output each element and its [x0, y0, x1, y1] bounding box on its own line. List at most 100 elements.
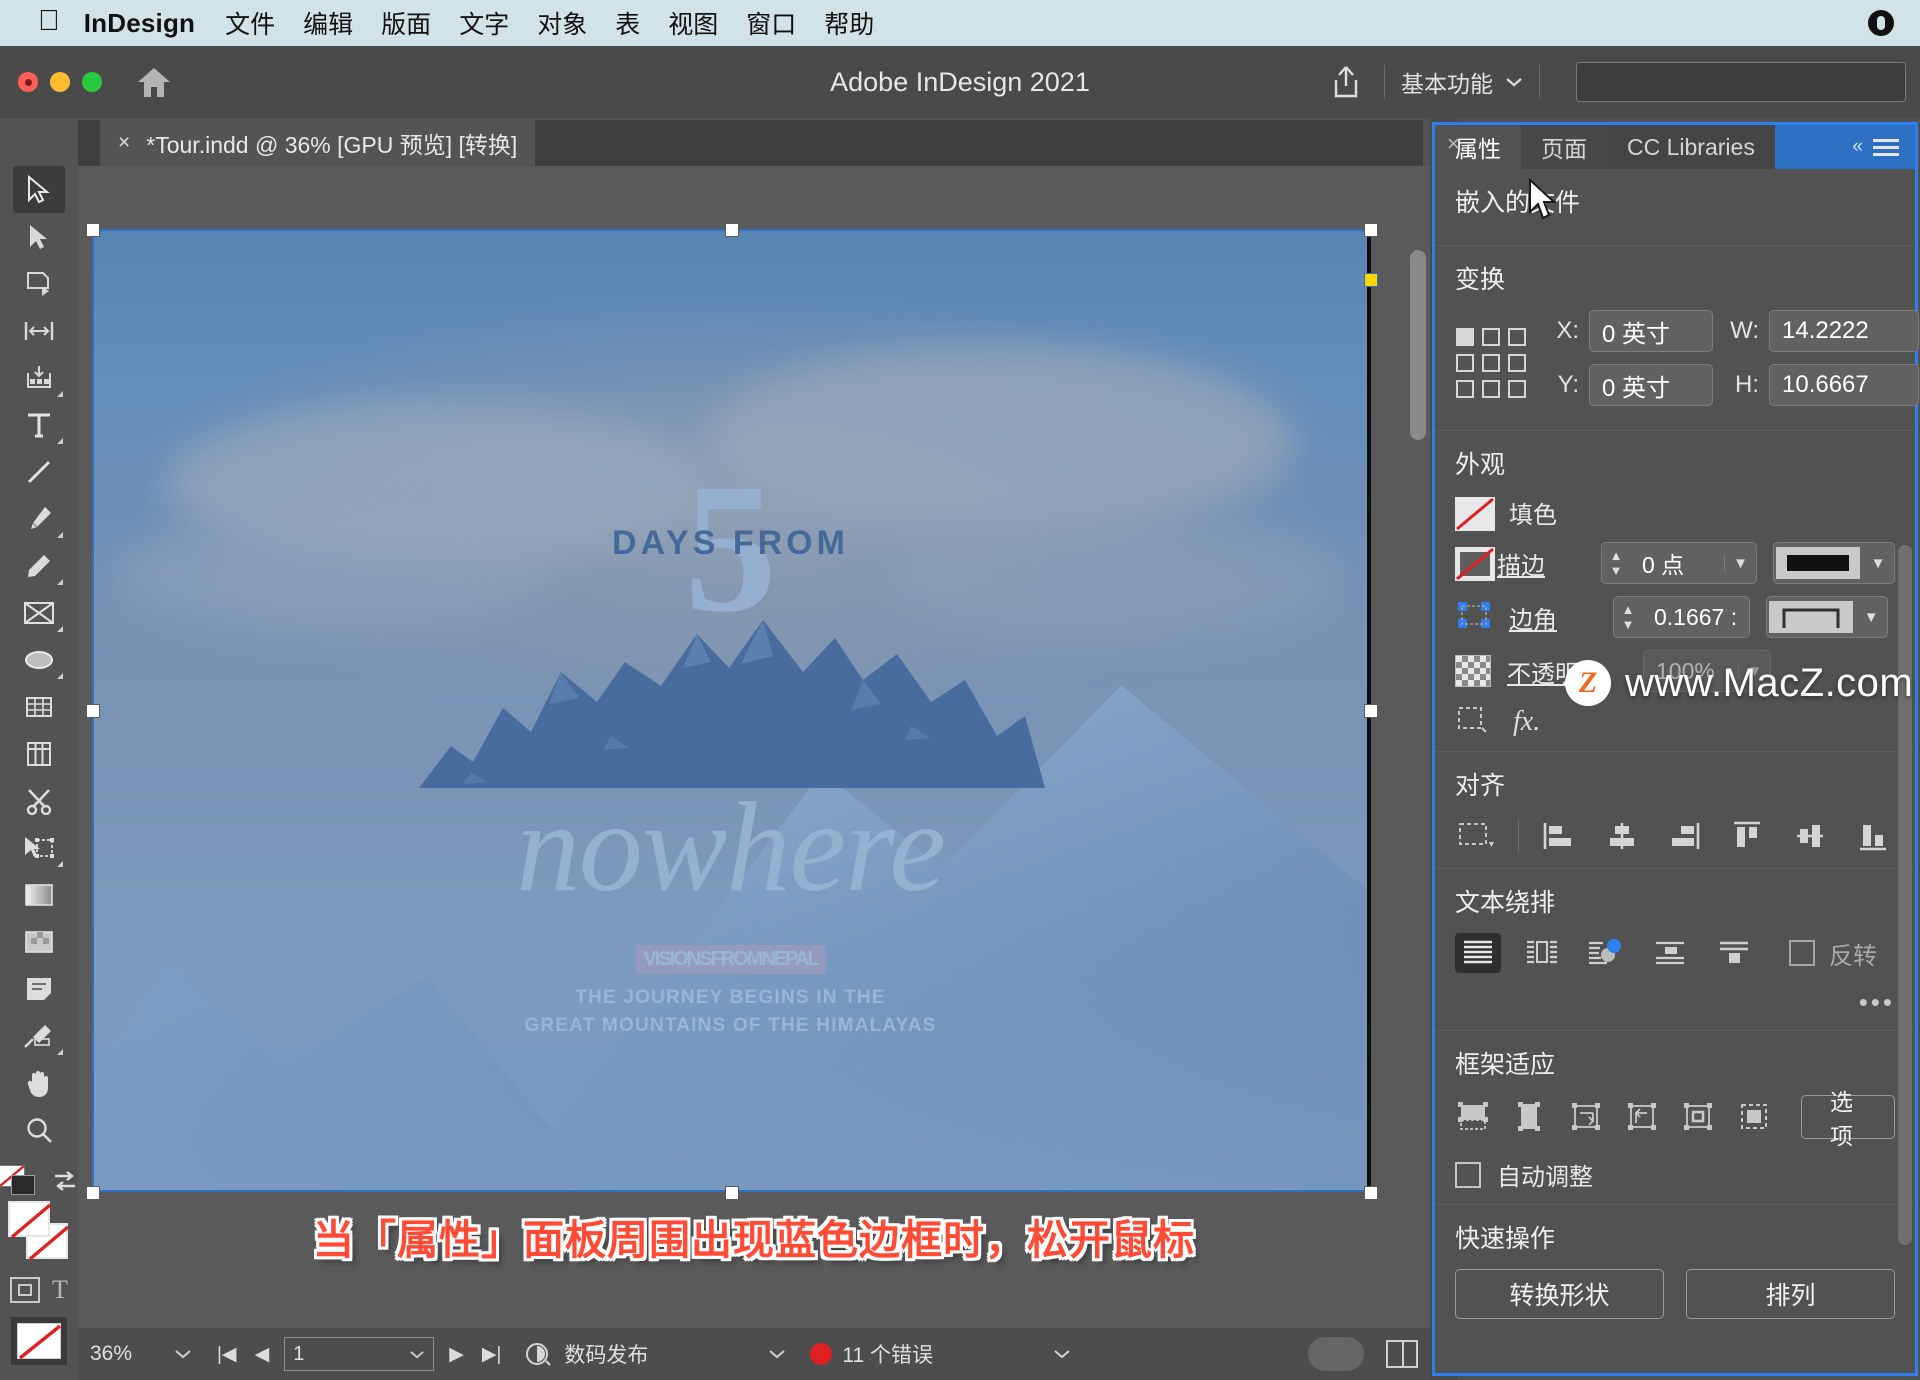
corner-label[interactable]: 边角 — [1509, 600, 1597, 635]
chevron-down-icon[interactable] — [174, 1348, 192, 1360]
convert-shape-button[interactable]: 转换形状 — [1455, 1269, 1664, 1319]
page-number-input[interactable]: 1 — [284, 1337, 435, 1371]
align-to-selection-icon[interactable] — [1455, 816, 1500, 856]
column-tool[interactable] — [13, 730, 65, 777]
gradient-swatch-tool[interactable] — [13, 871, 65, 918]
minimize-window-button[interactable] — [50, 72, 70, 92]
chevron-down-icon[interactable]: ▼ — [1862, 555, 1894, 572]
wrap-jump-object-icon[interactable] — [1647, 933, 1693, 973]
preflight-profile-label[interactable]: 数码发布 — [564, 1339, 648, 1369]
transparency-checker-icon[interactable] — [1455, 655, 1491, 687]
fill-frame-proportionally-icon[interactable] — [1511, 1097, 1549, 1137]
none-swatch-icon[interactable] — [1455, 496, 1495, 531]
y-field[interactable]: 0 英寸 — [1589, 364, 1713, 406]
document-page[interactable]: 5 DAYS FROM nowhere VISIONSFROMNEPAL THE… — [92, 229, 1369, 1192]
fill-stroke-swatches[interactable] — [8, 1201, 70, 1263]
corner-options-icon[interactable] — [1455, 599, 1493, 636]
align-vertical-center-icon[interactable] — [1788, 816, 1833, 856]
auto-fit-icon[interactable] — [1735, 1097, 1773, 1137]
chevron-down-icon[interactable]: ▼ — [1724, 554, 1756, 572]
align-top-icon[interactable] — [1725, 816, 1770, 856]
menu-item-layout[interactable]: 版面 — [381, 5, 431, 41]
menu-item-table[interactable]: 表 — [615, 5, 640, 41]
workspace-switcher[interactable]: 基本功能 — [1401, 65, 1523, 99]
chevron-down-icon[interactable] — [768, 1348, 786, 1360]
first-page-icon[interactable]: |◀ — [217, 1343, 237, 1366]
chevron-down-icon[interactable] — [1053, 1348, 1071, 1360]
home-icon[interactable] — [134, 62, 174, 102]
text-wrap-more-options-icon[interactable]: ••• — [1455, 987, 1895, 1018]
tab-cc-libraries[interactable]: CC Libraries — [1607, 125, 1775, 169]
swap-fill-stroke-icon[interactable] — [51, 1168, 79, 1194]
search-input[interactable] — [1576, 62, 1906, 102]
chevron-down-icon[interactable] — [409, 1349, 425, 1360]
document-tab[interactable]: × *Tour.indd @ 36% [GPU 预览] [转换] — [100, 120, 536, 166]
siri-icon[interactable] — [1868, 10, 1894, 36]
stepper-arrows-icon[interactable]: ▲ ▼ — [1614, 602, 1642, 632]
wrap-bounding-box-icon[interactable] — [1519, 933, 1565, 973]
app-name-menu[interactable]: InDesign — [84, 8, 195, 39]
transform-tool[interactable] — [13, 824, 65, 871]
w-field[interactable]: 14.2222 — [1769, 310, 1919, 352]
h-field[interactable]: 10.6667 — [1769, 364, 1919, 406]
close-window-button[interactable] — [18, 72, 38, 92]
last-page-icon[interactable]: ▶| — [482, 1343, 502, 1366]
effects-icon[interactable] — [1455, 704, 1487, 739]
align-right-icon[interactable] — [1662, 816, 1707, 856]
close-icon[interactable]: × — [1447, 131, 1460, 157]
stroke-label[interactable]: 描边 — [1497, 546, 1585, 581]
fit-frame-to-content-icon[interactable] — [1623, 1097, 1661, 1137]
properties-panel[interactable]: × 属性 页面 CC Libraries « 嵌入的文件 变换 X: 0 英寸 … — [1432, 122, 1919, 1376]
rectangle-frame-tool[interactable] — [13, 589, 65, 636]
preflight-icon[interactable] — [524, 1341, 552, 1367]
note-tool[interactable] — [13, 965, 65, 1012]
error-count-label[interactable]: 11 个错误 — [842, 1339, 933, 1369]
stepper-arrows-icon[interactable]: ▲ ▼ — [1602, 548, 1630, 578]
direct-selection-tool[interactable] — [13, 213, 65, 260]
none-swatch-icon[interactable] — [1455, 547, 1495, 581]
invert-wrap-control[interactable]: 反转 — [1789, 936, 1877, 971]
chevron-down-icon[interactable]: ▼ — [1855, 609, 1887, 626]
page-layout-icon[interactable] — [1386, 1340, 1418, 1368]
line-tool[interactable] — [13, 448, 65, 495]
corner-size-stepper[interactable]: ▲ ▼ 0.1667 : — [1613, 596, 1751, 638]
format-container-icon[interactable] — [10, 1277, 41, 1303]
next-page-icon[interactable]: ▶ — [449, 1343, 464, 1366]
align-left-icon[interactable] — [1537, 816, 1582, 856]
maximize-window-button[interactable] — [82, 72, 102, 92]
ellipse-tool[interactable] — [13, 636, 65, 683]
stroke-color-picker[interactable]: ▼ — [1773, 542, 1895, 584]
fit-content-proportionally-icon[interactable] — [1455, 1097, 1493, 1137]
zoom-level-label[interactable]: 36% — [90, 1342, 158, 1366]
panel-menu-icon[interactable] — [1873, 138, 1899, 156]
gradient-feather-tool[interactable] — [13, 918, 65, 965]
corner-shape-picker[interactable]: ▼ — [1766, 596, 1889, 638]
menu-item-help[interactable]: 帮助 — [824, 5, 874, 41]
fill-swatch[interactable] — [8, 1201, 52, 1239]
apply-none-mini-icon[interactable] — [0, 1165, 39, 1197]
selection-tool[interactable] — [13, 166, 65, 213]
menu-item-edit[interactable]: 编辑 — [303, 5, 353, 41]
scissors-tool[interactable] — [13, 777, 65, 824]
panel-scrollbar[interactable] — [1898, 545, 1912, 1245]
panel-drop-zone[interactable]: « — [1774, 125, 1915, 169]
arrange-button[interactable]: 排列 — [1686, 1269, 1895, 1319]
apply-none-button[interactable] — [11, 1317, 67, 1365]
page-tool[interactable] — [13, 260, 65, 307]
free-transform-tool[interactable] — [13, 683, 65, 730]
document-canvas[interactable]: 5 DAYS FROM nowhere VISIONSFROMNEPAL THE… — [78, 166, 1430, 1328]
prev-page-icon[interactable]: ◀ — [255, 1343, 270, 1366]
effects-fx-icon[interactable]: fx. — [1513, 706, 1540, 738]
zoom-tool[interactable] — [13, 1106, 65, 1153]
stroke-weight-stepper[interactable]: ▲ ▼ 0 点 ▼ — [1601, 542, 1757, 584]
menu-item-view[interactable]: 视图 — [668, 5, 718, 41]
menu-item-type[interactable]: 文字 — [459, 5, 509, 41]
fit-content-to-frame-icon[interactable] — [1567, 1097, 1605, 1137]
menu-item-file[interactable]: 文件 — [225, 5, 275, 41]
gap-tool[interactable] — [13, 307, 65, 354]
wrap-next-column-icon[interactable] — [1711, 933, 1757, 973]
eyedropper-tool[interactable] — [13, 1012, 65, 1059]
x-field[interactable]: 0 英寸 — [1589, 310, 1713, 352]
pen-tool[interactable] — [13, 495, 65, 542]
content-collector-tool[interactable] — [13, 354, 65, 401]
